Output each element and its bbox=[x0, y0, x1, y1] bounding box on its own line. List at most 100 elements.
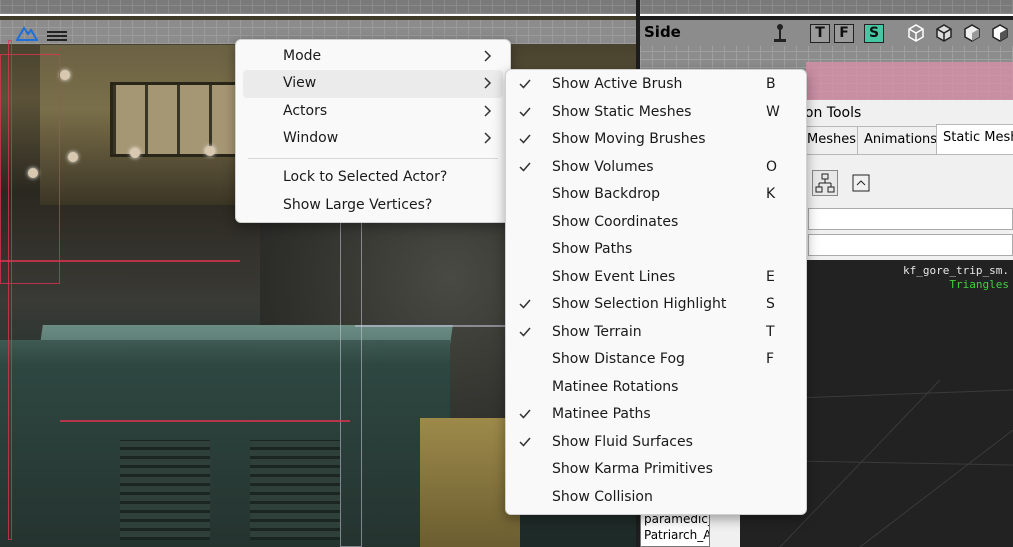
view-submenu: Show Active Brush B Show Static Meshes W… bbox=[505, 69, 807, 515]
chevron-right-icon bbox=[484, 132, 492, 144]
menu-item-window[interactable]: Window bbox=[243, 125, 503, 153]
view-item-label: Show Karma Primitives bbox=[552, 461, 713, 477]
view-item-matinee-rotations[interactable]: Matinee Rotations bbox=[506, 375, 808, 402]
view-item-label: Show Fluid Surfaces bbox=[552, 434, 693, 450]
scene-vent bbox=[120, 440, 210, 540]
view-item-label: Matinee Rotations bbox=[552, 379, 679, 395]
checkmark-icon bbox=[519, 299, 531, 309]
browser-title: ion Tools bbox=[801, 105, 862, 121]
view-item-show-event-lines[interactable]: Show Event Lines E bbox=[506, 265, 808, 292]
shortcut-key: B bbox=[766, 76, 776, 92]
view-item-label: Show Volumes bbox=[552, 159, 654, 175]
menu-item-label: Lock to Selected Actor? bbox=[283, 169, 448, 185]
browser-group-field[interactable] bbox=[808, 234, 1013, 256]
view-item-label: Show Coordinates bbox=[552, 214, 679, 230]
checkmark-icon bbox=[519, 79, 531, 89]
mountain-icon[interactable] bbox=[16, 24, 38, 42]
mesh-list[interactable]: paramedic_ Patriarch_A bbox=[640, 510, 710, 547]
chevron-right-icon bbox=[484, 50, 492, 62]
shortcut-key: W bbox=[766, 104, 780, 120]
view-item-show-collision[interactable]: Show Collision bbox=[506, 485, 808, 512]
scene-lamp bbox=[60, 70, 70, 80]
view-item-matinee-paths[interactable]: Matinee Paths bbox=[506, 402, 808, 429]
view-item-label: Matinee Paths bbox=[552, 406, 651, 422]
joystick-icon[interactable] bbox=[770, 23, 790, 43]
menu-item-lock-to-selected-actor[interactable]: Lock to Selected Actor? bbox=[243, 164, 503, 192]
view-item-label: Show Active Brush bbox=[552, 76, 683, 92]
shortcut-key: F bbox=[766, 351, 775, 367]
scene-lamp bbox=[68, 152, 78, 162]
menu-item-label: Window bbox=[283, 130, 339, 146]
preview-mesh-name: kf_gore_trip_sm. bbox=[903, 264, 1009, 277]
view-item-show-active-brush[interactable]: Show Active Brush B bbox=[506, 72, 808, 99]
menu-separator bbox=[248, 158, 498, 159]
view-item-show-static-meshes[interactable]: Show Static Meshes W bbox=[506, 100, 808, 127]
menu-item-view[interactable]: View bbox=[243, 70, 503, 98]
preview-triangles-stat: Triangles bbox=[949, 278, 1009, 291]
checkmark-icon bbox=[519, 437, 531, 447]
fit-frame-icon[interactable] bbox=[848, 170, 874, 196]
view-item-show-terrain[interactable]: Show Terrain T bbox=[506, 320, 808, 347]
wireframe-brush bbox=[0, 260, 240, 262]
view-item-label: Show Backdrop bbox=[552, 186, 661, 202]
view-item-show-paths[interactable]: Show Paths bbox=[506, 237, 808, 264]
view-item-show-coordinates[interactable]: Show Coordinates bbox=[506, 210, 808, 237]
view-item-label: Show Distance Fog bbox=[552, 351, 685, 367]
menu-item-label: Actors bbox=[283, 103, 328, 119]
view-item-show-volumes[interactable]: Show Volumes O bbox=[506, 155, 808, 182]
side-view-button[interactable]: S bbox=[864, 24, 884, 43]
view-item-label: Show Paths bbox=[552, 241, 633, 257]
view-item-show-fluid-surfaces[interactable]: Show Fluid Surfaces bbox=[506, 430, 808, 457]
viewport-context-menu: Mode View Actors Window Lock to Selected… bbox=[235, 39, 511, 223]
view-item-label: Show Event Lines bbox=[552, 269, 676, 285]
menu-item-show-large-vertices[interactable]: Show Large Vertices? bbox=[243, 192, 503, 220]
wireframe-brush bbox=[340, 220, 362, 547]
checkmark-icon bbox=[519, 107, 531, 117]
top-viewport-strip[interactable] bbox=[0, 0, 636, 16]
lit-cube-icon[interactable] bbox=[990, 23, 1010, 43]
textured-cube-icon[interactable] bbox=[962, 23, 982, 43]
scene-lamp bbox=[205, 146, 215, 156]
menu-item-label: Show Large Vertices? bbox=[283, 197, 433, 213]
wireframe-cube-icon[interactable] bbox=[906, 23, 926, 43]
scene-cabinet bbox=[0, 340, 450, 547]
shortcut-key: K bbox=[766, 186, 776, 202]
menu-item-mode[interactable]: Mode bbox=[243, 43, 503, 71]
hamburger-menu-icon[interactable] bbox=[47, 31, 67, 45]
zone-cube-icon[interactable] bbox=[934, 23, 954, 43]
view-item-show-karma-primitives[interactable]: Show Karma Primitives bbox=[506, 457, 808, 484]
top-viewport-strip[interactable] bbox=[640, 0, 1013, 16]
hierarchy-icon[interactable] bbox=[812, 170, 838, 196]
menu-item-label: Mode bbox=[283, 48, 322, 64]
wireframe-brush bbox=[355, 325, 505, 327]
scene-vent bbox=[250, 440, 340, 540]
view-item-label: Show Terrain bbox=[552, 324, 642, 340]
wireframe-brush bbox=[8, 40, 12, 540]
tab-meshes[interactable]: Meshes bbox=[800, 126, 863, 154]
shortcut-key: O bbox=[766, 159, 778, 175]
view-item-label: Show Selection Highlight bbox=[552, 296, 727, 312]
top-view-button[interactable]: T bbox=[810, 24, 830, 43]
scene-lamp bbox=[130, 148, 140, 158]
shortcut-key: T bbox=[766, 324, 775, 340]
checkmark-icon bbox=[519, 134, 531, 144]
chevron-right-icon bbox=[484, 77, 492, 89]
view-item-show-moving-brushes[interactable]: Show Moving Brushes bbox=[506, 127, 808, 154]
tab-static-meshes[interactable]: Static Meshe bbox=[936, 124, 1013, 154]
scene-window bbox=[110, 82, 240, 157]
checkmark-icon bbox=[519, 162, 531, 172]
chevron-right-icon bbox=[484, 105, 492, 117]
front-view-button[interactable]: F bbox=[834, 24, 854, 43]
view-item-label: Show Static Meshes bbox=[552, 104, 692, 120]
view-item-show-distance-fog[interactable]: Show Distance Fog F bbox=[506, 347, 808, 374]
checkmark-icon bbox=[519, 409, 531, 419]
browser-package-field[interactable] bbox=[808, 208, 1013, 230]
wireframe-brush bbox=[60, 420, 350, 422]
shortcut-key: E bbox=[766, 269, 775, 285]
view-item-show-backdrop[interactable]: Show Backdrop K bbox=[506, 182, 808, 209]
view-item-show-selection-highlight[interactable]: Show Selection Highlight S bbox=[506, 292, 808, 319]
shortcut-key: S bbox=[766, 296, 775, 312]
menu-item-actors[interactable]: Actors bbox=[243, 98, 503, 126]
list-item[interactable]: Patriarch_A bbox=[641, 527, 709, 543]
tab-animations[interactable]: Animations bbox=[857, 126, 945, 154]
